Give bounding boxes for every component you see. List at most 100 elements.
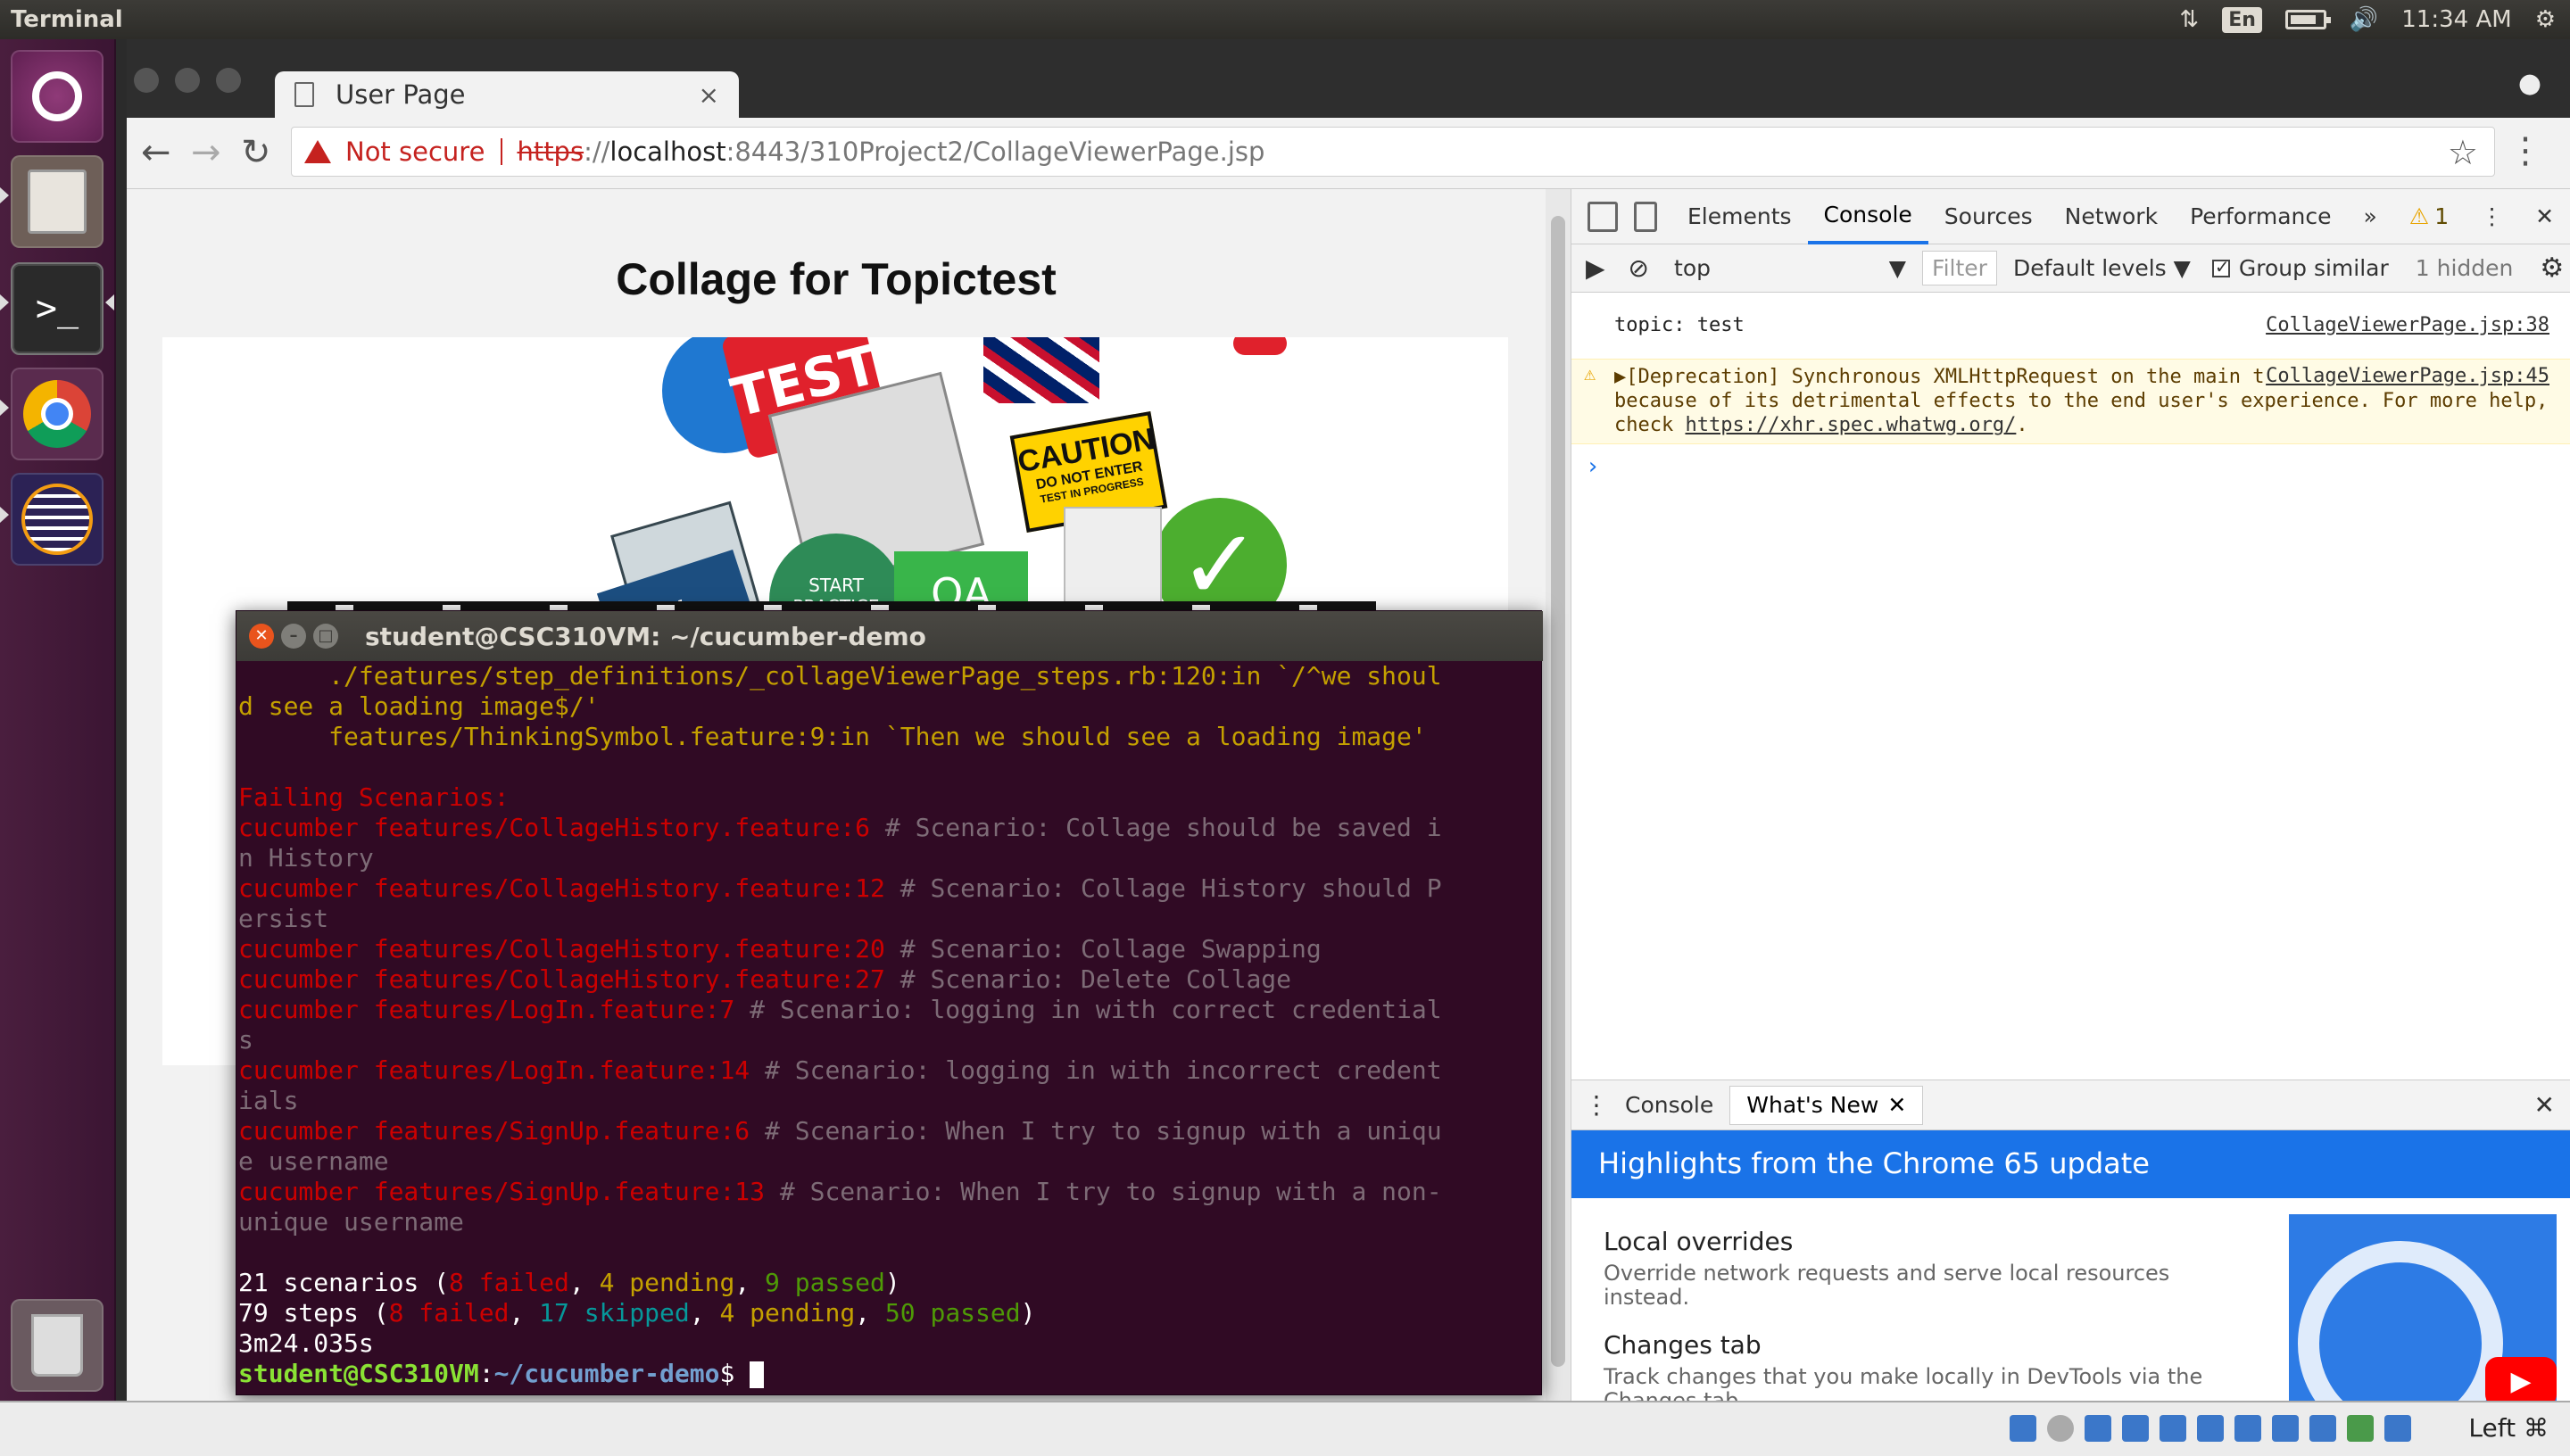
tab-user-page[interactable]: User Page × bbox=[275, 71, 739, 118]
vm-device-icons bbox=[2010, 1415, 2411, 1442]
reload-button[interactable]: ↻ bbox=[241, 132, 271, 173]
audio-icon[interactable] bbox=[2085, 1415, 2111, 1442]
close-drawer-icon[interactable]: ✕ bbox=[2534, 1090, 2555, 1120]
tab-performance[interactable]: Performance bbox=[2174, 189, 2347, 244]
shell-prompt[interactable]: student@CSC310VM:~/cucumber-demo$ bbox=[238, 1359, 1543, 1389]
clock[interactable]: 11:34 AM bbox=[2401, 6, 2511, 33]
tab-network[interactable]: Network bbox=[2049, 189, 2174, 244]
terminal-line: cucumber features/SignUp.feature:13 # Sc… bbox=[238, 1177, 1442, 1206]
console-toolbar: ▶ ⊘ top ▼ Filter Default levels ▼ Group … bbox=[1571, 244, 2570, 293]
network-icon[interactable]: ⇅ bbox=[2179, 6, 2199, 33]
page-scrollbar[interactable] bbox=[1546, 189, 1571, 1401]
network-adapter-icon[interactable] bbox=[2122, 1415, 2149, 1442]
usb-icon[interactable] bbox=[2160, 1415, 2186, 1442]
warning-count: 1 bbox=[2434, 203, 2450, 229]
video-capture-icon[interactable] bbox=[2272, 1415, 2299, 1442]
sidebar-toggle-icon[interactable]: ▶ bbox=[1586, 253, 1605, 283]
browser-toolbar: ← → ↻ Not secure https :// localhost :84… bbox=[127, 118, 2570, 189]
shared-folders-icon[interactable] bbox=[2197, 1415, 2224, 1442]
running-indicator bbox=[0, 187, 9, 203]
window-maximize-button[interactable] bbox=[216, 68, 241, 93]
files-launcher[interactable] bbox=[11, 155, 104, 248]
warning-source[interactable]: CollageViewerPage.jsp:45 bbox=[2266, 365, 2549, 387]
chrome-launcher[interactable] bbox=[11, 368, 104, 460]
terminal-output[interactable]: ./features/step_definitions/_collageView… bbox=[236, 661, 1543, 1396]
cpu-icon[interactable] bbox=[2309, 1415, 2336, 1442]
close-icon[interactable]: ✕ bbox=[1887, 1092, 1906, 1118]
tab-strip: User Page × ● bbox=[127, 39, 2570, 118]
terminal-line: unique username bbox=[238, 1207, 464, 1237]
tab-elements[interactable]: Elements bbox=[1671, 189, 1808, 244]
url-scheme: https bbox=[517, 136, 584, 167]
whats-new-thumbnail[interactable]: ▶ bbox=[2289, 1214, 2557, 1402]
running-indicator bbox=[0, 507, 9, 523]
forward-button[interactable]: → bbox=[191, 132, 221, 173]
close-devtools-icon[interactable]: ✕ bbox=[2519, 189, 2570, 244]
tab-console[interactable]: Console bbox=[1807, 189, 1928, 244]
warning-counter[interactable]: ⚠ 1 bbox=[2393, 189, 2465, 244]
warning-link[interactable]: https://xhr.spec.whatwg.org/ bbox=[1685, 414, 2016, 436]
clear-console-icon[interactable]: ⊘ bbox=[1629, 253, 1649, 283]
address-bar[interactable]: Not secure https :// localhost :8443/310… bbox=[291, 127, 2495, 177]
terminal-launcher[interactable]: >_ bbox=[11, 262, 104, 355]
running-indicator bbox=[0, 400, 9, 416]
context-selector[interactable]: top ▼ bbox=[1674, 255, 1906, 281]
battery-icon[interactable] bbox=[2284, 10, 2331, 29]
mouse-integration-icon[interactable] bbox=[2347, 1415, 2374, 1442]
play-icon[interactable]: ▶ bbox=[2485, 1357, 2557, 1402]
log-levels-dropdown[interactable]: Default levels ▼ bbox=[2013, 255, 2191, 281]
drawer-menu-icon[interactable]: ⋮ bbox=[1584, 1090, 1609, 1120]
optical-drive-icon[interactable] bbox=[2047, 1415, 2074, 1442]
bookmark-star-icon[interactable]: ☆ bbox=[2448, 133, 2478, 172]
launcher: >_ bbox=[0, 39, 116, 1401]
group-similar-toggle[interactable]: Group similar bbox=[2211, 255, 2389, 281]
collage-tile bbox=[983, 337, 1099, 403]
window-close-button[interactable] bbox=[134, 68, 159, 93]
gear-icon[interactable]: ⚙ bbox=[2535, 6, 2556, 33]
keyboard-capture-icon[interactable] bbox=[2384, 1415, 2411, 1442]
volume-icon[interactable]: 🔊 bbox=[2350, 6, 2378, 33]
terminal-line: cucumber features/LogIn.feature:7 # Scen… bbox=[238, 995, 1442, 1024]
console-settings-icon[interactable]: ⚙ bbox=[2540, 252, 2564, 284]
terminal-titlebar[interactable]: ✕ – □ student@CSC310VM: ~/cucumber-demo bbox=[236, 611, 1543, 661]
whats-new-heading: Changes tab bbox=[1604, 1330, 1762, 1360]
ubuntu-dash-button[interactable] bbox=[11, 50, 104, 143]
terminal-line: cucumber features/CollageHistory.feature… bbox=[238, 813, 1442, 842]
console-message-source[interactable]: CollageViewerPage.jsp:38 bbox=[2266, 314, 2549, 336]
drawer-tab-console[interactable]: Console bbox=[1609, 1078, 1729, 1133]
trash-launcher[interactable] bbox=[11, 1299, 104, 1392]
active-app-title: Terminal bbox=[11, 6, 123, 33]
hard-disk-icon[interactable] bbox=[2010, 1415, 2036, 1442]
filter-input[interactable]: Filter bbox=[1922, 251, 1997, 285]
device-toolbar-icon[interactable] bbox=[1634, 201, 1657, 232]
scrollbar-thumb[interactable] bbox=[1551, 216, 1565, 1367]
tab-sources[interactable]: Sources bbox=[1928, 189, 2049, 244]
whats-new-item[interactable]: Local overrides Override network request… bbox=[1604, 1227, 2246, 1310]
ubuntu-logo-icon bbox=[32, 71, 82, 121]
terminal-close-icon[interactable]: ✕ bbox=[249, 624, 274, 649]
terminal-minimize-icon[interactable]: – bbox=[281, 624, 306, 649]
security-label[interactable]: Not secure bbox=[345, 136, 485, 167]
drawer-tab-whats-new[interactable]: What's New ✕ bbox=[1729, 1085, 1924, 1125]
inspect-element-icon[interactable] bbox=[1588, 201, 1618, 232]
url-host: localhost bbox=[609, 136, 726, 167]
terminal-line: cucumber features/CollageHistory.feature… bbox=[238, 873, 1442, 903]
top-panel: Terminal ⇅ En 🔊 11:34 AM ⚙ bbox=[0, 0, 2570, 39]
display-icon[interactable] bbox=[2234, 1415, 2261, 1442]
devtools-menu-icon[interactable]: ⋮ bbox=[2465, 189, 2519, 244]
drawer-tabbar: ⋮ Console What's New ✕ ✕ bbox=[1571, 1080, 2570, 1130]
terminal-line: s bbox=[238, 1025, 253, 1055]
profile-icon[interactable]: ● bbox=[2518, 68, 2541, 99]
console-warning: ⚠ ▶[Deprecation] Synchronous XMLHttpRequ… bbox=[1571, 359, 2570, 444]
keyboard-layout-indicator[interactable]: En bbox=[2222, 6, 2262, 33]
chrome-menu-icon[interactable]: ⋮ bbox=[2508, 130, 2543, 171]
back-button[interactable]: ← bbox=[141, 132, 171, 173]
collage-tile bbox=[1233, 337, 1287, 355]
more-tabs-icon[interactable]: » bbox=[2348, 189, 2393, 244]
whats-new-heading: Local overrides bbox=[1604, 1227, 1794, 1256]
tab-close-icon[interactable]: × bbox=[699, 80, 719, 110]
window-minimize-button[interactable] bbox=[175, 68, 200, 93]
eclipse-launcher[interactable] bbox=[11, 473, 104, 566]
terminal-maximize-icon[interactable]: □ bbox=[313, 624, 338, 649]
group-similar-checkbox[interactable] bbox=[2211, 256, 2230, 277]
